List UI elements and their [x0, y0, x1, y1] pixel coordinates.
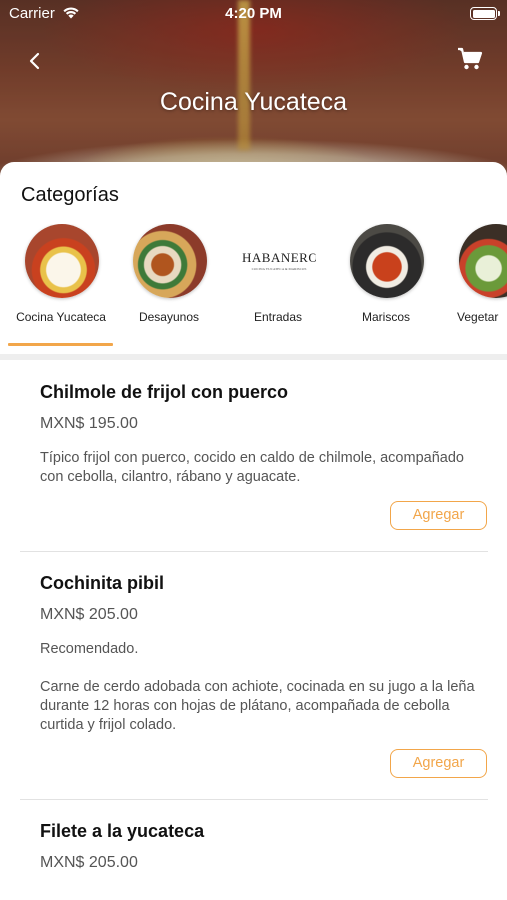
section-divider: [0, 354, 507, 360]
back-button[interactable]: [22, 48, 48, 74]
cart-icon: [458, 47, 483, 70]
category-label: Mariscos: [361, 310, 410, 324]
content-sheet: Categorías Cocina Yucateca Desayunos HAB…: [0, 162, 507, 900]
menu-item[interactable]: Chilmole de frijol con puerco MXN$ 195.0…: [40, 382, 490, 487]
category-mariscos[interactable]: Mariscos: [333, 224, 439, 348]
category-desayunos[interactable]: Desayunos: [116, 224, 222, 348]
item-name: Chilmole de frijol con puerco: [40, 382, 289, 402]
category-vegetariano[interactable]: Vegetar: [442, 224, 507, 348]
row-divider: [20, 551, 488, 552]
item-price: MXN$ 205.00: [40, 606, 138, 623]
category-image: [350, 224, 424, 298]
clock: 4:20 PM: [225, 5, 282, 22]
category-carousel[interactable]: Cocina Yucateca Desayunos HABANEROS COCI…: [0, 224, 507, 348]
item-name: Cochinita pibil: [40, 573, 164, 593]
categories-heading: Categorías: [21, 184, 119, 206]
item-description: Carne de cerdo adobada con achiote, coci…: [40, 679, 475, 733]
status-bar: Carrier 4:20 PM: [0, 0, 507, 28]
category-label: Vegetar: [457, 310, 499, 324]
menu-item[interactable]: Filete a la yucateca MXN$ 205.00: [40, 821, 490, 872]
category-image: [25, 224, 99, 298]
battery-icon: [470, 7, 500, 20]
chevron-left-icon: [29, 52, 40, 70]
selected-category-indicator: [8, 343, 113, 346]
category-cocina-yucateca[interactable]: Cocina Yucateca: [8, 224, 114, 348]
item-price: MXN$ 205.00: [40, 854, 138, 871]
category-label: Entradas: [253, 310, 303, 324]
page-title: Cocina Yucateca: [159, 88, 348, 116]
category-image: [133, 224, 207, 298]
category-label: Cocina Yucateca: [16, 310, 106, 324]
cart-button[interactable]: [457, 47, 483, 71]
row-divider: [20, 799, 488, 800]
item-description: Típico frijol con puerco, cocido en cald…: [40, 450, 464, 485]
category-label: Desayunos: [138, 310, 200, 324]
add-to-cart-button[interactable]: Agregar: [390, 501, 487, 530]
item-name: Filete a la yucateca: [40, 821, 205, 841]
category-image: [459, 224, 507, 298]
menu-item[interactable]: Cochinita pibil MXN$ 205.00 Recomendado.…: [40, 573, 490, 735]
add-to-cart-button[interactable]: Agregar: [390, 749, 487, 778]
habaneros-logo: HABANEROS COCINA YUCATECA & MARISCOS: [242, 224, 316, 298]
item-note: Recomendado.: [40, 641, 139, 657]
item-price: MXN$ 195.00: [40, 415, 138, 432]
category-entradas[interactable]: HABANEROS COCINA YUCATECA & MARISCOS Ent…: [225, 224, 331, 348]
